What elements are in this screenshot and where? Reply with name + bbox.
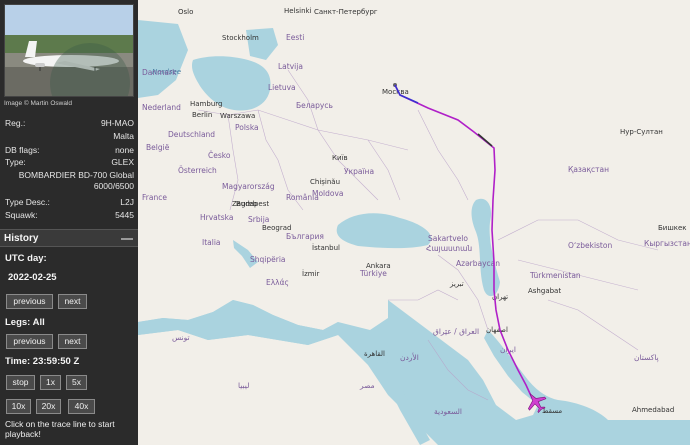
type-value: GLEX [111, 157, 134, 167]
registration-value: 9H-MAO [100, 118, 134, 128]
country-label: الأردن [400, 352, 419, 362]
type-desc-row: Type Desc.: L2J [5, 197, 134, 208]
city-label: Київ [332, 154, 348, 162]
aircraft-sidebar: Image © Martin Oswald Reg.: 9H-MAO Malta… [0, 0, 138, 445]
country-label: Polska [235, 123, 259, 132]
country-label: Österreich [178, 166, 217, 175]
country-label: Кыргызстан [644, 239, 690, 248]
country-label: Latvija [278, 62, 303, 71]
country-label: پاکستان [634, 353, 659, 362]
city-label: Oslo [178, 8, 193, 16]
history-title: History [4, 233, 39, 244]
city-label: Beograd [262, 224, 291, 232]
city-label: Stockholm [222, 34, 259, 42]
country-label: België [146, 143, 170, 152]
city-label: Бишкек [658, 224, 687, 232]
utc-day-label: UTC day: [5, 253, 47, 264]
registration-label: Reg.: [5, 118, 26, 128]
country-label: Қазақстан [568, 165, 609, 174]
country-label: Lietuva [268, 83, 296, 92]
db-flags-row: DB flags: none [5, 145, 134, 156]
country-label: Türkiye [359, 269, 387, 278]
speed-20x-button[interactable]: 20x [36, 399, 61, 414]
city-label: Chișinău [310, 178, 340, 186]
speed-40x-button[interactable]: 40x [68, 399, 95, 414]
country-label: Беларусь [296, 101, 333, 110]
country-label: Italia [202, 238, 221, 247]
country-label: Nederland [142, 103, 181, 112]
city-label: Ahmedabad [632, 406, 674, 414]
day-previous-button[interactable]: previous [6, 294, 53, 309]
country-label: France [142, 193, 167, 202]
type-desc-label: Type Desc.: [5, 197, 50, 207]
country-label: Shqipëria [250, 255, 286, 264]
city-label: تبریز [449, 280, 464, 288]
leg-previous-button[interactable]: previous [6, 334, 53, 349]
leg-next-button[interactable]: next [58, 334, 87, 349]
squawk-row: Squawk: 5445 [5, 210, 134, 221]
squawk-value: 5445 [115, 210, 134, 220]
type-row: Type: GLEX [5, 157, 134, 168]
history-header[interactable]: History [0, 229, 138, 247]
squawk-label: Squawk: [5, 210, 38, 220]
photo-credit[interactable]: Image © Martin Oswald [4, 100, 72, 107]
city-label-moscow: Москва [382, 88, 409, 96]
city-label: Berlin [192, 111, 212, 119]
country-label: Moldova [312, 189, 344, 198]
country-label: Hrvatska [200, 213, 233, 222]
country-label: Հայաստան [426, 244, 472, 253]
city-label: اصفهان [486, 326, 508, 334]
country-label: Türkmenistan [529, 271, 581, 280]
playback-stop-button[interactable]: stop [6, 375, 35, 390]
country-label: България [286, 232, 324, 241]
country-label: مصر [359, 381, 375, 390]
country-value: Malta [113, 131, 134, 141]
country-label: ليبيا [238, 381, 249, 390]
country-label: Srbija [248, 215, 269, 224]
aircraft-photo[interactable] [4, 4, 134, 97]
country-label: Danmark [142, 68, 177, 77]
city-label: Hamburg [190, 100, 222, 108]
city-label: مسقط [542, 407, 562, 415]
city-label: Warszawa [220, 112, 255, 120]
legs-label: Legs: All [5, 317, 45, 328]
city-label: Zagreb [232, 200, 258, 208]
country-label: Magyarország [222, 182, 275, 191]
db-flags-value: none [115, 145, 134, 155]
country-label: Ελλάς [266, 278, 289, 287]
speed-10x-button[interactable]: 10x [6, 399, 31, 414]
country-label: Україна [344, 167, 374, 176]
city-label: Ashgabat [528, 287, 561, 295]
speed-1x-button[interactable]: 1x [40, 375, 61, 390]
collapse-icon[interactable] [121, 238, 133, 240]
flight-map[interactable]: Nordsee Danmark Nederland België Deutsch… [138, 0, 690, 445]
db-flags-label: DB flags: [5, 145, 40, 155]
country-label: Deutschland [168, 130, 215, 139]
city-label: Санкт-Петербург [314, 8, 378, 16]
country-label: العراق / عێراق [433, 327, 479, 336]
country-label: تونس [172, 333, 190, 342]
country-row: Malta [5, 131, 134, 142]
registration-row: Reg.: 9H-MAO [5, 118, 134, 129]
day-next-button[interactable]: next [58, 294, 87, 309]
city-label: Helsinki [284, 7, 312, 15]
country-label: Eesti [286, 33, 304, 42]
type-label: Type: [5, 157, 26, 167]
country-label: Sakartvelo [428, 234, 468, 243]
type-full-name: BOMBARDIER BD-700 Global 6000/6500 [18, 170, 134, 191]
city-label: Нур-Султан [620, 128, 663, 136]
speed-5x-button[interactable]: 5x [66, 375, 87, 390]
city-label: İstanbul [312, 243, 340, 252]
country-label: Oʻzbekiston [568, 241, 612, 250]
time-label: Time: 23:59:50 Z [5, 356, 80, 367]
type-desc-value: L2J [120, 197, 134, 207]
city-label: Ankara [366, 262, 391, 270]
country-label: Česko [208, 151, 231, 160]
city-label: القاهرة [364, 350, 385, 358]
utc-day-value: 2022-02-25 [8, 272, 57, 283]
playback-hint: Click on the trace line to start playbac… [5, 419, 115, 439]
city-label: İzmir [302, 269, 320, 278]
country-label: السعودية [434, 407, 462, 416]
